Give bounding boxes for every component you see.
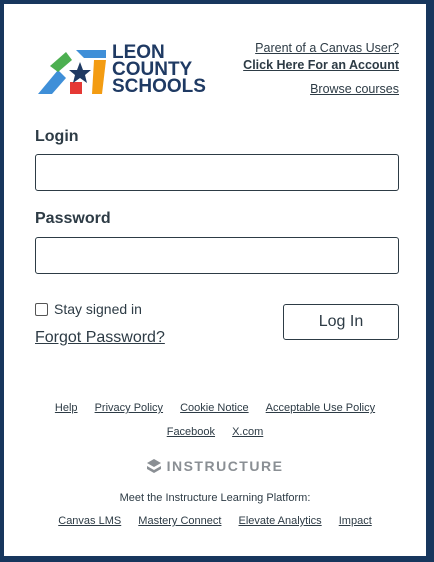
login-label: Login <box>35 128 79 145</box>
page-frame: LEON COUNTY SCHOOLS Parent of a Canvas U… <box>0 0 434 562</box>
top-links: Parent of a Canvas User? Click Here For … <box>243 40 399 98</box>
logo-line-3: SCHOOLS <box>112 76 206 97</box>
meet-platform-text: Meet the Instructure Learning Platform: <box>119 492 311 504</box>
password-input[interactable] <box>35 237 399 274</box>
x-link[interactable]: X.com <box>232 426 263 438</box>
forgot-password-link[interactable]: Forgot Password? <box>35 329 165 347</box>
logo-wordmark: LEON COUNTY SCHOOLS <box>112 43 206 97</box>
mastery-connect-link[interactable]: Mastery Connect <box>138 515 221 527</box>
login-card: LEON COUNTY SCHOOLS Parent of a Canvas U… <box>4 4 426 556</box>
elevate-analytics-link[interactable]: Elevate Analytics <box>239 515 322 527</box>
cookie-notice-link[interactable]: Cookie Notice <box>180 402 248 414</box>
stay-signed-in-label: Stay signed in <box>54 301 142 317</box>
facebook-link[interactable]: Facebook <box>167 426 215 438</box>
impact-link[interactable]: Impact <box>339 515 372 527</box>
acceptable-use-policy-link[interactable]: Acceptable Use Policy <box>266 402 375 414</box>
login-button[interactable]: Log In <box>283 304 399 340</box>
help-link[interactable]: Help <box>55 402 78 414</box>
leon-county-schools-logo: LEON COUNTY SCHOOLS <box>36 43 206 100</box>
privacy-policy-link[interactable]: Privacy Policy <box>95 402 163 414</box>
stay-signed-in-checkbox[interactable] <box>35 302 48 316</box>
parent-prompt-link[interactable]: Parent of a Canvas User? <box>243 40 399 57</box>
login-input[interactable] <box>35 154 399 191</box>
instructure-logo-icon <box>146 459 161 473</box>
footer-links-row2: Facebook X.com <box>4 426 426 438</box>
logo-mark-icon <box>38 50 106 94</box>
password-label: Password <box>35 210 111 227</box>
instructure-wordmark: INSTRUCTURE <box>166 458 284 474</box>
browse-courses-link[interactable]: Browse courses <box>243 81 399 98</box>
instructure-brand[interactable]: INSTRUCTURE <box>4 458 426 474</box>
stay-signed-in[interactable]: Stay signed in <box>35 301 142 317</box>
canvas-lms-link[interactable]: Canvas LMS <box>58 515 121 527</box>
create-account-link[interactable]: Click Here For an Account <box>243 57 399 74</box>
footer-links-row1: Help Privacy Policy Cookie Notice Accept… <box>4 402 426 414</box>
platform-links: Canvas LMS Mastery Connect Elevate Analy… <box>4 515 426 527</box>
